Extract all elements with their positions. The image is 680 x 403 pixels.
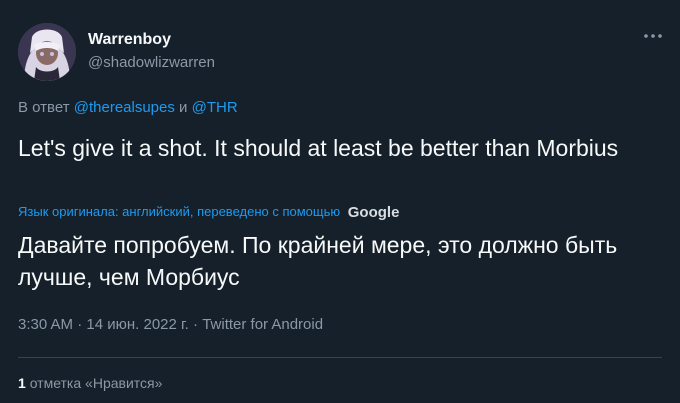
mention-link-thr[interactable]: @THR <box>192 99 238 116</box>
reply-prefix: В ответ <box>18 99 70 116</box>
more-options-icon[interactable] <box>640 28 666 44</box>
anime-avatar-icon <box>18 23 76 81</box>
tweet-date[interactable]: 14 июн. 2022 г. <box>86 316 188 333</box>
tweet-metadata: 3:30 AM · 14 июн. 2022 г. · Twitter for … <box>18 315 323 334</box>
avatar[interactable] <box>18 23 76 81</box>
translated-tweet-text: Давайте попробуем. По крайней мере, это … <box>18 232 618 290</box>
tweet-card: Warrenboy @shadowlizwarren В ответ @ther… <box>0 0 680 403</box>
meta-separator: · <box>193 316 199 333</box>
likes-link[interactable]: 1 отметка «Нравится» <box>18 374 162 392</box>
author-display-name[interactable]: Warrenboy <box>88 30 171 49</box>
author-handle[interactable]: @shadowlizwarren <box>88 53 215 72</box>
translation-note[interactable]: Язык оригинала: английский, переведено с… <box>18 203 399 221</box>
like-label: отметка «Нравится» <box>29 375 163 391</box>
mention-link-therealsupes[interactable]: @therealsupes <box>74 99 175 116</box>
tweet-time[interactable]: 3:30 AM <box>18 316 73 333</box>
reply-conjunction: и <box>179 99 188 116</box>
divider <box>18 357 662 358</box>
like-count: 1 <box>18 375 26 391</box>
tweet-source[interactable]: Twitter for Android <box>202 316 323 333</box>
meta-separator: · <box>77 316 83 333</box>
reply-context: В ответ @therealsupes и @THR <box>18 98 238 117</box>
translation-note-text: Язык оригинала: английский, переведено с… <box>18 204 341 219</box>
google-logo: Google <box>347 204 400 221</box>
tweet-text: Let's give it a shot. It should at least… <box>18 135 619 161</box>
